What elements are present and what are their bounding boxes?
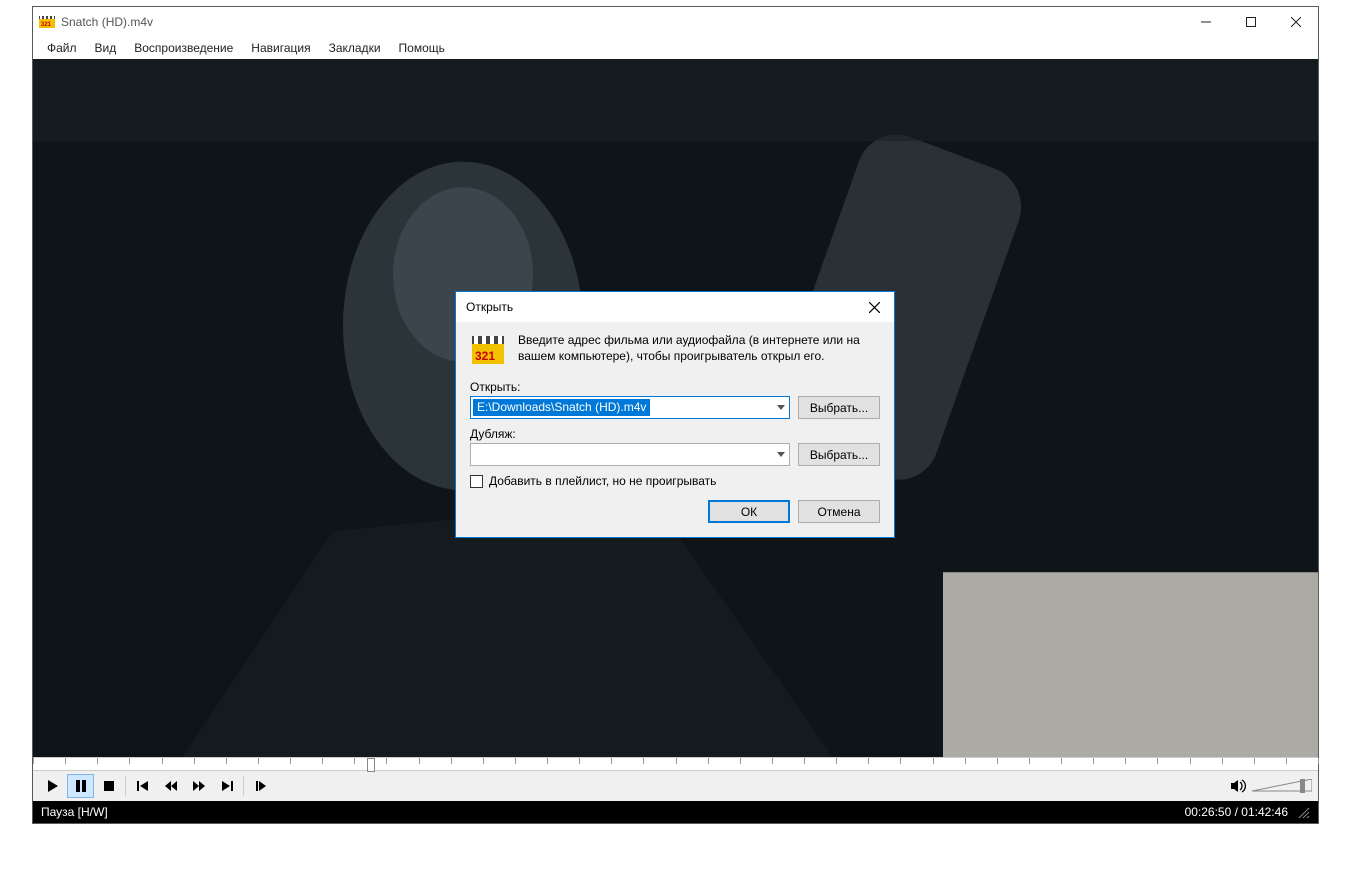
window-title: Snatch (HD).m4v: [61, 15, 1183, 29]
dialog-title: Открыть: [466, 300, 854, 314]
dialog-instruction: Введите адрес фильма или аудиофайла (в и…: [518, 332, 880, 364]
separator: [125, 776, 126, 796]
menu-playback[interactable]: Воспроизведение: [126, 39, 241, 57]
titlebar[interactable]: 321 Snatch (HD).m4v: [33, 7, 1318, 37]
open-path-value: E:\Downloads\Snatch (HD).m4v: [473, 399, 650, 416]
controls-bar: [33, 771, 1318, 801]
dialog-titlebar[interactable]: Открыть: [456, 292, 894, 322]
mute-button[interactable]: [1224, 774, 1251, 798]
minimize-button[interactable]: [1183, 7, 1228, 37]
add-to-playlist-checkbox[interactable]: [470, 475, 483, 488]
seekbar[interactable]: [33, 757, 1318, 771]
dub-path-combo[interactable]: [470, 443, 790, 466]
browse-dub-button[interactable]: Выбрать...: [798, 443, 880, 466]
status-grip-icon: [1296, 805, 1310, 819]
time-display[interactable]: 00:26:50 / 01:42:46: [1185, 805, 1288, 819]
play-button[interactable]: [39, 774, 66, 798]
statusbar: Пауза [H/W] 00:26:50 / 01:42:46: [33, 801, 1318, 823]
menubar: Файл Вид Воспроизведение Навигация Закла…: [33, 37, 1318, 59]
pause-button[interactable]: [67, 774, 94, 798]
menu-view[interactable]: Вид: [87, 39, 125, 57]
separator: [243, 776, 244, 796]
seek-thumb[interactable]: [367, 758, 375, 772]
dub-field-label: Дубляж:: [470, 427, 880, 441]
dialog-close-button[interactable]: [854, 292, 894, 322]
open-path-combo[interactable]: E:\Downloads\Snatch (HD).m4v: [470, 396, 790, 419]
step-button[interactable]: [247, 774, 274, 798]
status-text: Пауза [H/W]: [41, 805, 1185, 819]
svg-text:321: 321: [41, 22, 52, 28]
cancel-button[interactable]: Отмена: [798, 500, 880, 523]
chevron-down-icon[interactable]: [772, 397, 789, 418]
app-icon: 321: [39, 14, 55, 30]
menu-bookmarks[interactable]: Закладки: [321, 39, 389, 57]
browse-open-button[interactable]: Выбрать...: [798, 396, 880, 419]
stop-button[interactable]: [95, 774, 122, 798]
app-icon: 321: [470, 332, 506, 368]
prev-button[interactable]: [129, 774, 156, 798]
close-button[interactable]: [1273, 7, 1318, 37]
menu-navigation[interactable]: Навигация: [243, 39, 318, 57]
rewind-button[interactable]: [157, 774, 184, 798]
menu-file[interactable]: Файл: [39, 39, 85, 57]
next-button[interactable]: [213, 774, 240, 798]
open-dialog: Открыть 321 Введите адрес фильма или ауд…: [455, 291, 895, 538]
menu-help[interactable]: Помощь: [391, 39, 453, 57]
chevron-down-icon[interactable]: [772, 444, 789, 465]
svg-text:321: 321: [475, 349, 495, 363]
forward-button[interactable]: [185, 774, 212, 798]
checkbox-label[interactable]: Добавить в плейлист, но не проигрывать: [489, 474, 716, 488]
ok-button[interactable]: ОК: [708, 500, 790, 523]
maximize-button[interactable]: [1228, 7, 1273, 37]
open-field-label: Открыть:: [470, 380, 880, 394]
volume-slider[interactable]: [1252, 779, 1312, 793]
